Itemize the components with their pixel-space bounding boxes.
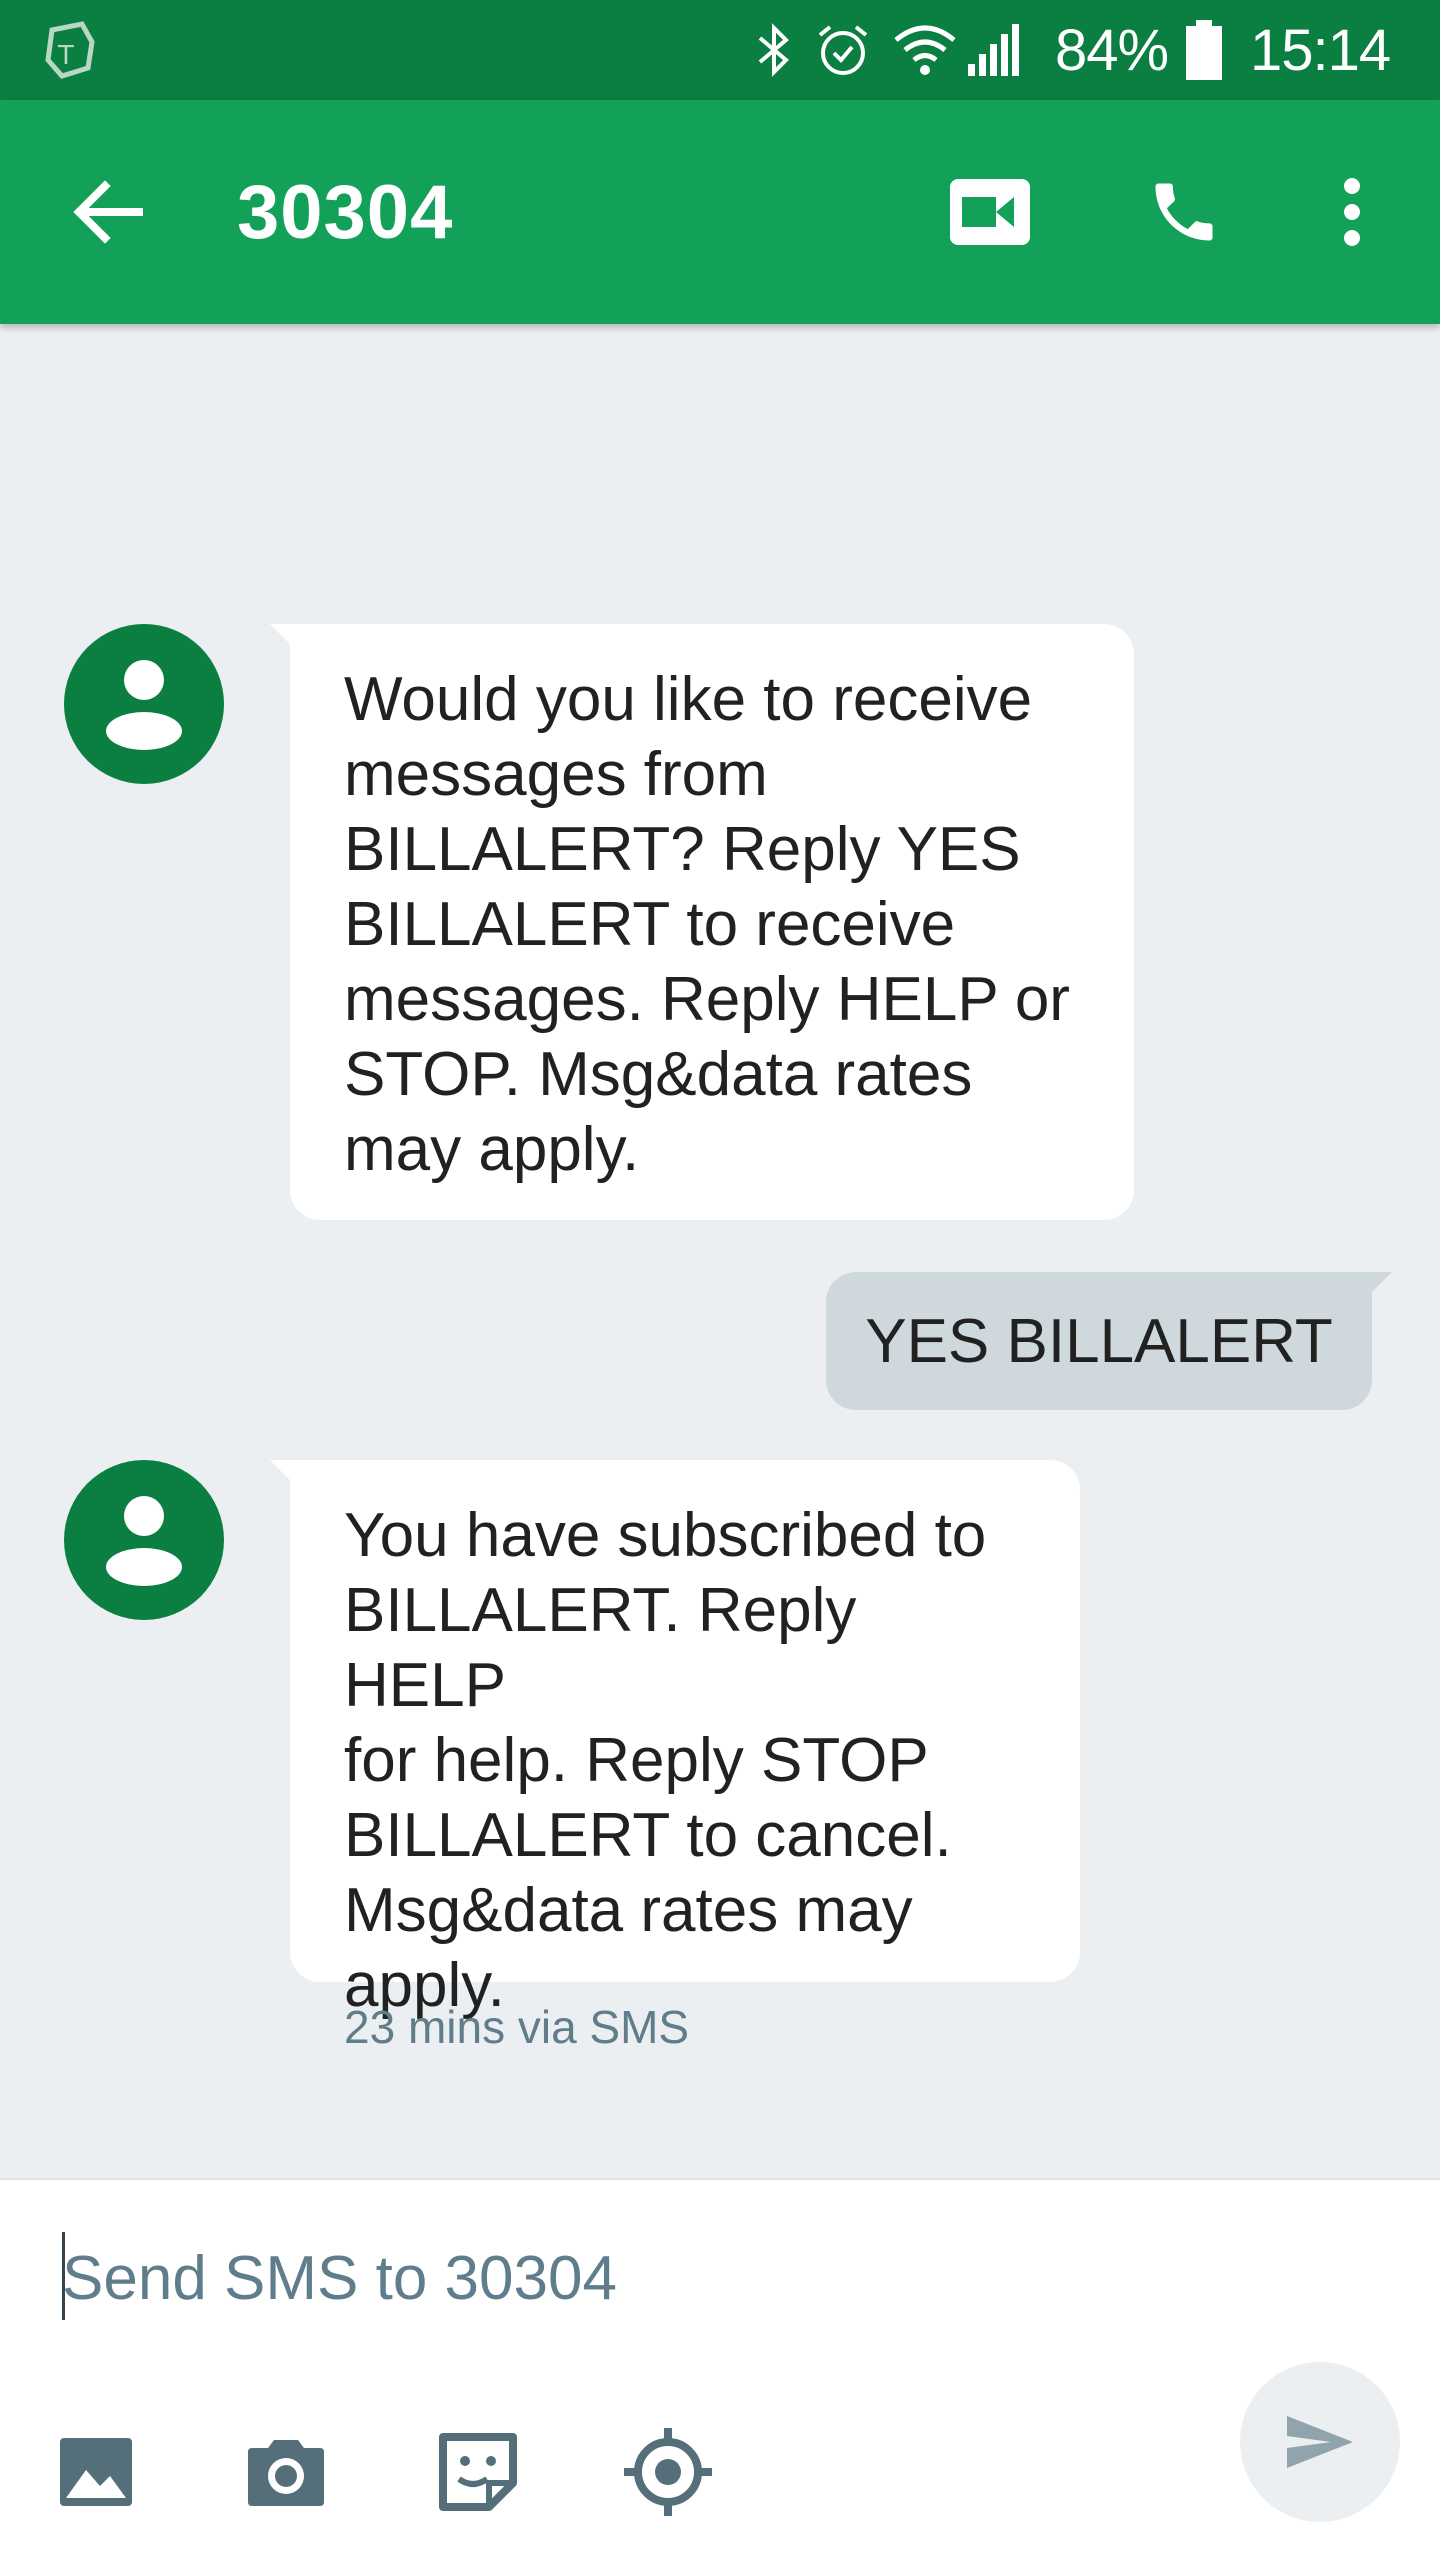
message-line: for help. Reply STOP xyxy=(344,1726,929,1795)
more-vert-icon[interactable] xyxy=(1292,152,1412,272)
compose-bar xyxy=(0,2178,1440,2562)
svg-text:T: T xyxy=(57,41,74,71)
message-line: BILLALERT to receive xyxy=(344,890,956,959)
contact-avatar[interactable] xyxy=(64,624,224,784)
send-button[interactable] xyxy=(1240,2362,1400,2522)
outgoing-message-bubble[interactable]: YES BILLALERT xyxy=(826,1272,1392,1410)
message-line: BILLALERT. Reply HELP xyxy=(344,1576,857,1720)
signal-icon xyxy=(964,0,1024,100)
incoming-message-bubble[interactable]: You have subscribed to BILLALERT. Reply … xyxy=(270,1460,1080,2020)
message-line: BILLALERT to cancel. xyxy=(344,1801,952,1870)
message-line: Msg&data rates may xyxy=(344,1876,913,1945)
camera-icon[interactable] xyxy=(238,2424,334,2520)
message-line: messages. Reply HELP or xyxy=(344,965,1070,1034)
phone-icon[interactable] xyxy=(1124,152,1244,272)
message-text: YES BILLALERT xyxy=(865,1306,1333,1376)
location-icon[interactable] xyxy=(620,2424,716,2520)
battery-icon xyxy=(1184,0,1224,100)
send-icon xyxy=(1287,2416,1353,2468)
clock: 15:14 xyxy=(1250,17,1391,83)
message-text: Would you like to receive messages from … xyxy=(344,662,1082,1187)
message-line: may apply. xyxy=(344,1115,640,1184)
message-line: You have subscribed to xyxy=(344,1501,987,1570)
conversation-thread: Would you like to receive messages from … xyxy=(0,324,1440,2178)
message-line: Would you like to receive xyxy=(344,665,1033,734)
conversation-title: 30304 xyxy=(237,169,454,255)
alarm-icon xyxy=(814,0,872,100)
contact-avatar[interactable] xyxy=(64,1460,224,1620)
message-line: STOP. Msg&data rates xyxy=(344,1040,973,1109)
back-arrow-icon[interactable] xyxy=(48,152,168,272)
battery-percent: 84% xyxy=(1055,17,1169,83)
app-bar: 30304 xyxy=(0,100,1440,324)
message-line: BILLALERT? Reply YES xyxy=(344,815,1021,884)
incoming-message-bubble[interactable]: Would you like to receive messages from … xyxy=(270,624,1134,1220)
sticker-icon[interactable] xyxy=(430,2424,526,2520)
message-line: messages from xyxy=(344,740,768,809)
message-timestamp: 23 mins via SMS xyxy=(344,2001,690,2053)
person-icon xyxy=(106,1496,182,1586)
video-call-icon[interactable] xyxy=(930,152,1050,272)
message-text: You have subscribed to BILLALERT. Reply … xyxy=(344,1498,1028,2023)
wifi-icon xyxy=(892,0,958,100)
person-icon xyxy=(106,660,182,750)
image-icon[interactable] xyxy=(48,2424,144,2520)
compose-input[interactable] xyxy=(62,2228,1262,2328)
status-bar: T 84% 15:14 xyxy=(0,0,1440,100)
bluetooth-icon xyxy=(752,0,796,100)
carrier-logo-icon: T xyxy=(42,0,98,100)
